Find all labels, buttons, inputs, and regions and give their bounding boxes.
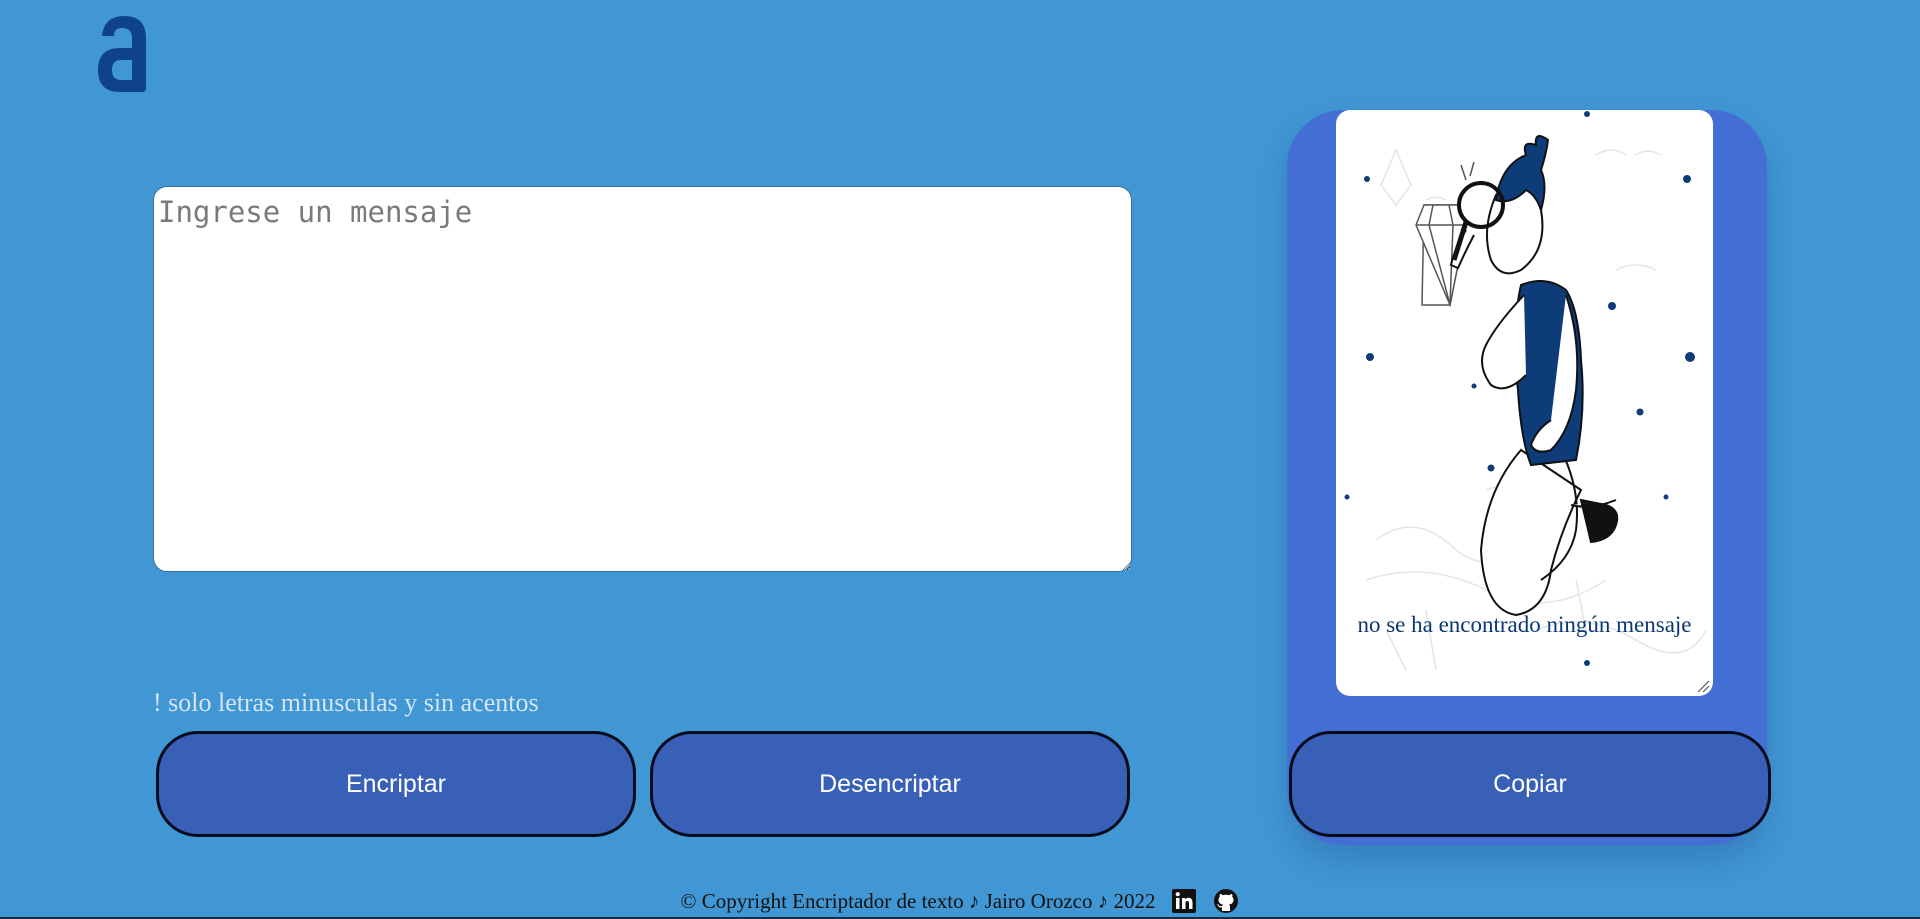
- copy-button[interactable]: Copiar: [1289, 731, 1771, 837]
- output-area[interactable]: no se ha encontrado ningún mensaje: [1336, 110, 1713, 696]
- linkedin-icon[interactable]: [1171, 888, 1197, 914]
- message-input[interactable]: [153, 186, 1132, 572]
- decrypt-button[interactable]: Desencriptar: [650, 731, 1130, 837]
- github-icon[interactable]: [1213, 888, 1239, 914]
- copyright-text: © Copyright Encriptador de texto ♪ Jairo…: [680, 888, 1156, 913]
- person-with-magnifier-illustration: [1344, 111, 1707, 671]
- warning-text: ! solo letras minusculas y sin acentos: [153, 688, 539, 717]
- encrypt-button[interactable]: Encriptar: [156, 731, 636, 837]
- letter-a-logo-icon[interactable]: [94, 14, 150, 94]
- output-message: no se ha encontrado ningún mensaje: [1357, 612, 1692, 637]
- footer: © Copyright Encriptador de texto ♪ Jairo…: [0, 886, 1920, 916]
- resize-handle-icon[interactable]: [1696, 679, 1710, 693]
